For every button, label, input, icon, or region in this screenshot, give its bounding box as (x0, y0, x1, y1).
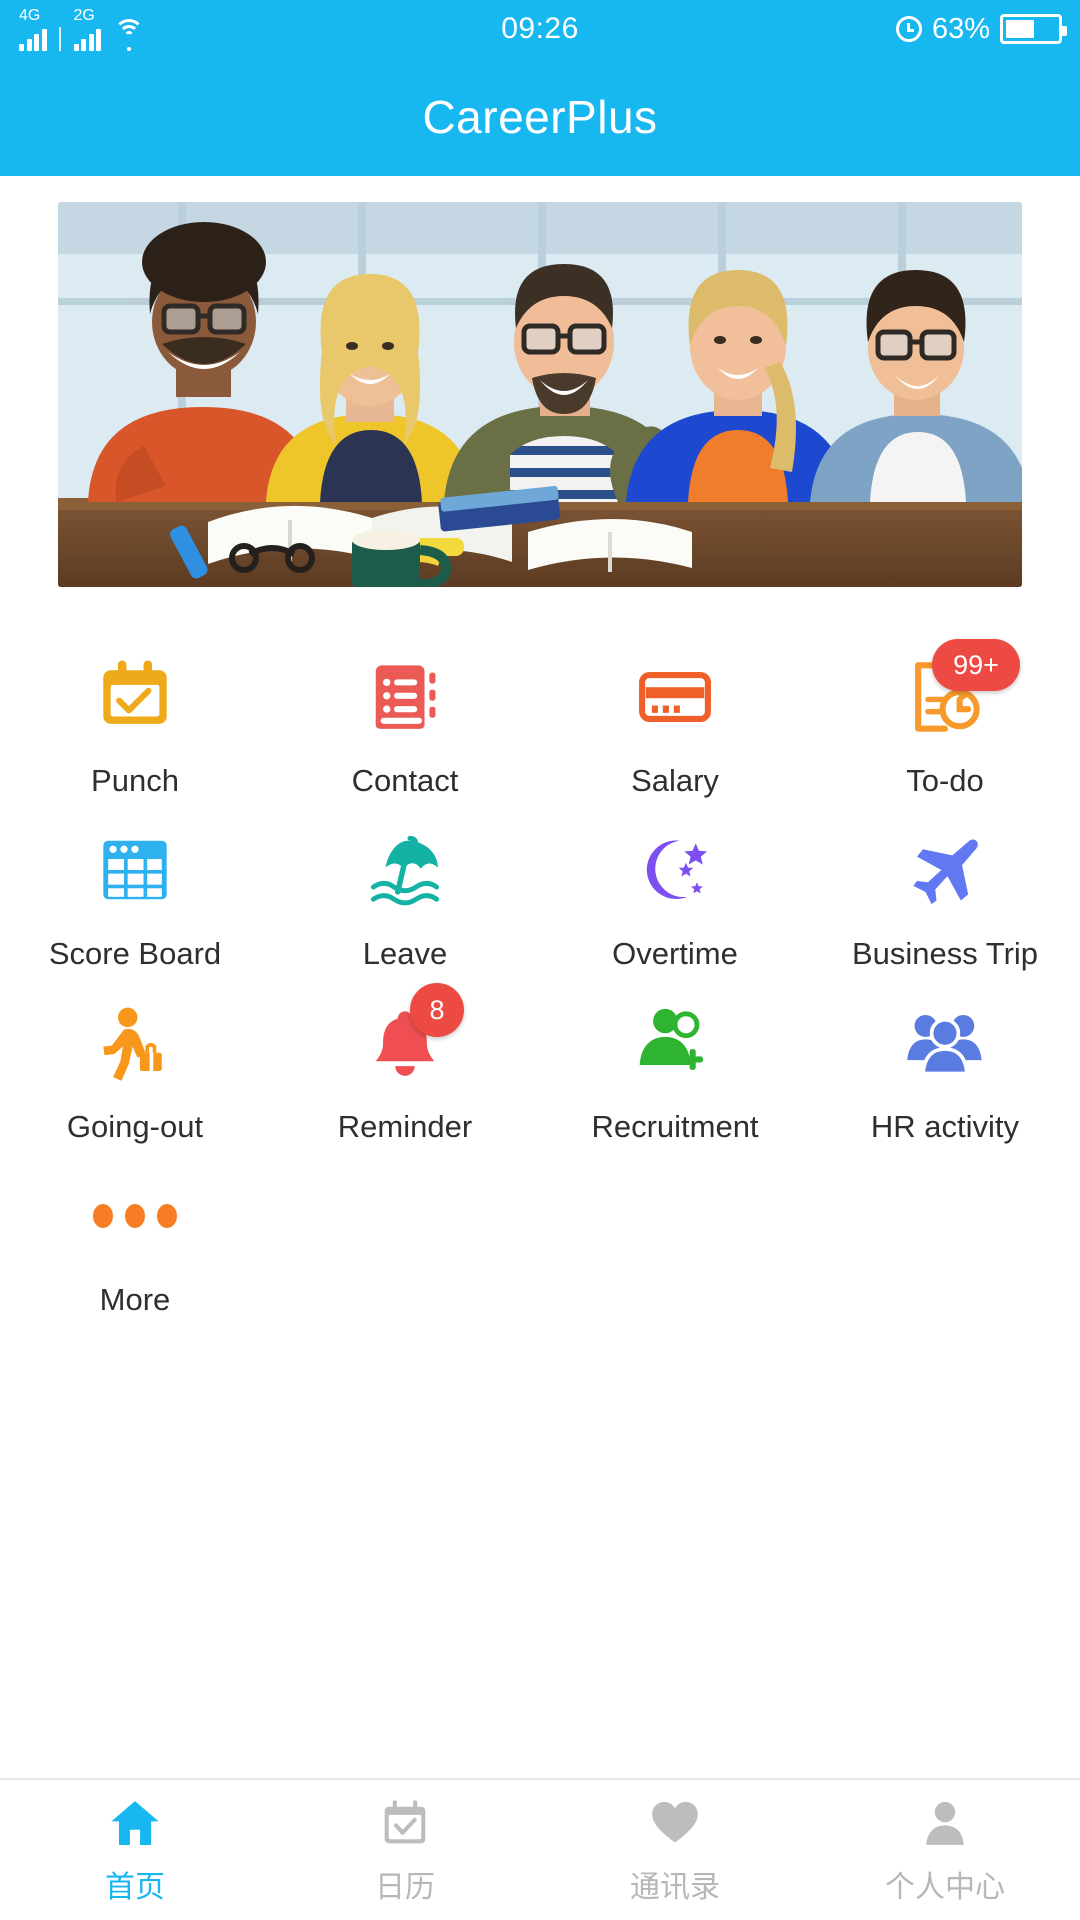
status-bar: 4G 2G 09:26 63% (0, 0, 1080, 58)
tab-label: 首页 (105, 1871, 165, 1904)
grid-item-todo[interactable]: 99+ To-do (810, 633, 1080, 806)
hero-banner-image[interactable] (58, 202, 1022, 587)
address-book-icon (352, 651, 458, 743)
walking-traveler-icon (82, 997, 188, 1089)
grid-item-label: Punch (91, 763, 179, 798)
grid-spacer (540, 1152, 810, 1325)
home-icon (107, 1794, 163, 1852)
credit-card-icon (622, 651, 728, 743)
person-add-icon (622, 997, 728, 1089)
airplane-icon (892, 824, 998, 916)
tab-home[interactable]: 首页 (0, 1780, 270, 1920)
calendar-check-icon (82, 651, 188, 743)
bell-icon: 8 (352, 983, 464, 1089)
spreadsheet-icon (82, 824, 188, 916)
calendar-icon (379, 1794, 431, 1852)
grid-item-leave[interactable]: Leave (270, 806, 540, 979)
page-title: CareerPlus (422, 91, 658, 143)
document-clock-icon: 99+ (892, 639, 1020, 743)
reminder-badge: 8 (410, 983, 464, 1037)
tab-label: 日历 (375, 1871, 435, 1904)
grid-item-label: Going-out (66, 1109, 204, 1144)
app-screen: 4G 2G 09:26 63% CareerPlus Punch Contact… (0, 0, 1080, 1920)
people-group-icon (892, 997, 998, 1089)
tab-label: 个人中心 (885, 1871, 1005, 1904)
grid-item-score-board[interactable]: Score Board (0, 806, 270, 979)
grid-item-overtime[interactable]: Overtime (540, 806, 810, 979)
heart-icon (647, 1794, 703, 1852)
grid-item-label: Business Trip (851, 936, 1039, 971)
beach-umbrella-icon (352, 824, 458, 916)
banner-container (0, 176, 1080, 587)
grid-item-reminder[interactable]: 8 Reminder (270, 979, 540, 1152)
app-shortcut-grid: Punch Contact Salary 99+ To-do Score Boa… (0, 587, 1080, 1325)
grid-item-label: Overtime (612, 936, 738, 971)
ellipsis-icon (82, 1170, 188, 1262)
app-bar: CareerPlus (0, 58, 1080, 176)
grid-item-contact[interactable]: Contact (270, 633, 540, 806)
main-content: Punch Contact Salary 99+ To-do Score Boa… (0, 176, 1080, 1778)
grid-item-more[interactable]: More (0, 1152, 270, 1325)
tab-contacts[interactable]: 通讯录 (540, 1780, 810, 1920)
grid-item-salary[interactable]: Salary (540, 633, 810, 806)
grid-item-label: Recruitment (591, 1109, 759, 1144)
grid-item-hr-activity[interactable]: HR activity (810, 979, 1080, 1152)
todo-badge: 99+ (932, 639, 1020, 691)
moon-stars-icon (622, 824, 728, 916)
person-icon (920, 1794, 970, 1852)
grid-item-label: More (99, 1282, 171, 1317)
grid-item-label: To-do (906, 763, 984, 798)
grid-item-business-trip[interactable]: Business Trip (810, 806, 1080, 979)
grid-item-label: Leave (362, 936, 448, 971)
grid-item-label: Salary (631, 763, 719, 798)
grid-item-punch[interactable]: Punch (0, 633, 270, 806)
grid-item-label: Score Board (48, 936, 222, 971)
grid-spacer (810, 1152, 1080, 1325)
tab-profile[interactable]: 个人中心 (810, 1780, 1080, 1920)
grid-item-going-out[interactable]: Going-out (0, 979, 270, 1152)
grid-item-recruitment[interactable]: Recruitment (540, 979, 810, 1152)
grid-item-label: HR activity (870, 1109, 1020, 1144)
grid-spacer (270, 1152, 540, 1325)
tab-label: 通讯录 (630, 1871, 720, 1904)
grid-item-label: Reminder (337, 1109, 473, 1144)
tab-calendar[interactable]: 日历 (270, 1780, 540, 1920)
bottom-tab-bar: 首页 日历 通讯录 个人中心 (0, 1778, 1080, 1920)
alarm-icon (895, 16, 922, 42)
battery-icon (1000, 14, 1067, 44)
grid-item-label: Contact (351, 763, 459, 798)
